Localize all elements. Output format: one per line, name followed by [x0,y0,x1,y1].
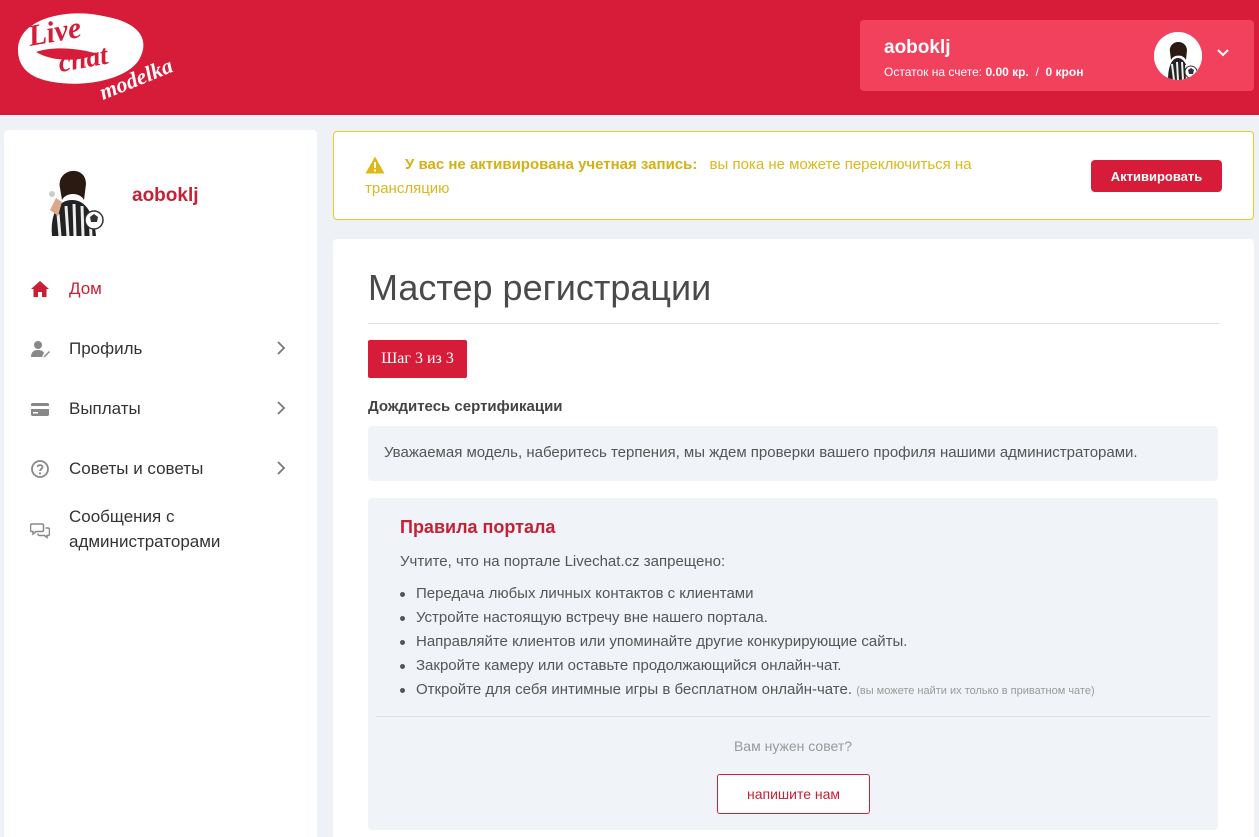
list-item-note: (вы можете найти их только в приватном ч… [856,685,1095,697]
chevron-right-icon [277,401,286,415]
list-item: Направляйте клиентов или упоминайте друг… [400,630,1095,654]
sidebar-item-label-line2: администраторами [69,532,221,551]
sidebar-item-home[interactable]: Дом [4,268,317,312]
sidebar-item-label: Сообщения с администраторами [69,504,220,554]
sidebar-item-label: Профиль [69,339,143,358]
livechat-modelka-logo[interactable]: Live chat modelka [8,8,188,103]
list-item: Откройте для себя интимные игры в беспла… [400,678,1095,703]
account-summary[interactable]: aoboklj Остаток на счете: 0.00 кр. / 0 к… [860,20,1254,91]
divider [376,716,1210,717]
profile-avatar[interactable] [38,158,110,236]
user-edit-icon [31,341,50,358]
rules-intro: Учтите, что на портале Livechat.cz запре… [400,553,726,570]
sidebar-item-label-line1: Сообщения с [69,507,175,526]
home-icon [31,281,49,297]
rules-list: Передача любых личных контактов с клиент… [400,582,1095,703]
section-title: Дождитесь сертификации [368,398,563,415]
sidebar-item-payouts[interactable]: Выплаты [4,388,317,432]
sidebar-item-label: Выплаты [69,399,141,418]
advice-question: Вам нужен совет? [733,738,853,754]
account-username: aoboklj [884,37,951,58]
list-item-text: Откройте для себя интимные игры в беспла… [416,681,853,698]
chevron-down-icon[interactable] [1216,46,1230,60]
balance-separator: / [1035,65,1039,79]
balance-czk: 0 крон [1045,65,1084,79]
chevron-right-icon [277,461,286,475]
certification-text: Уважаемая модель, наберитесь терпения, м… [384,444,1138,461]
chevron-right-icon [277,341,286,355]
sidebar-item-profile[interactable]: Профиль [4,328,317,372]
balance-value: 0.00 кр. [985,65,1029,79]
sidebar-item-label: Советы и советы [69,459,204,478]
question-circle-icon [31,460,49,478]
write-us-button[interactable]: напишите нам [717,774,870,814]
sidebar-item-tips[interactable]: Советы и советы [4,448,317,492]
rules-title: Правила портала [400,517,556,537]
list-item: Устройте настоящую встречу вне нашего по… [400,606,1095,630]
balance-label: Остаток на счете: [884,65,983,79]
alert-text: У вас не активирована учетная запись: вы… [365,153,1055,201]
alert-title: У вас не активирована учетная запись: [405,156,698,173]
portal-rules-box: Правила портала Учтите, что на портале L… [368,498,1218,830]
account-balance: Остаток на счете: 0.00 кр. / 0 крон [884,65,1083,79]
chat-bubbles-icon [30,523,50,540]
step-badge: Шаг 3 из 3 [368,340,467,378]
divider [368,323,1219,324]
registration-wizard: Мастер регистрации Шаг 3 из 3 Дождитесь … [333,239,1254,837]
top-header: Live chat modelka aoboklj Остаток на сче… [0,0,1259,115]
sidebar: aoboklj Дом Профиль Выплаты Советы и сов… [4,130,317,837]
certification-info-box: Уважаемая модель, наберитесь терпения, м… [368,426,1218,481]
sidebar-item-admin-messages[interactable]: Сообщения с администраторами [4,504,317,558]
list-item: Передача любых личных контактов с клиент… [400,582,1095,606]
account-avatar[interactable] [1154,32,1202,80]
list-item: Закройте камеру или оставьте продолжающи… [400,654,1095,678]
account-not-activated-alert: У вас не активирована учетная запись: вы… [333,131,1254,220]
page-title: Мастер регистрации [368,267,712,308]
sidebar-item-label: Дом [69,279,102,298]
activate-button[interactable]: Активировать [1091,160,1222,192]
credit-card-icon [31,403,49,416]
profile-username: aoboklj [132,185,199,206]
